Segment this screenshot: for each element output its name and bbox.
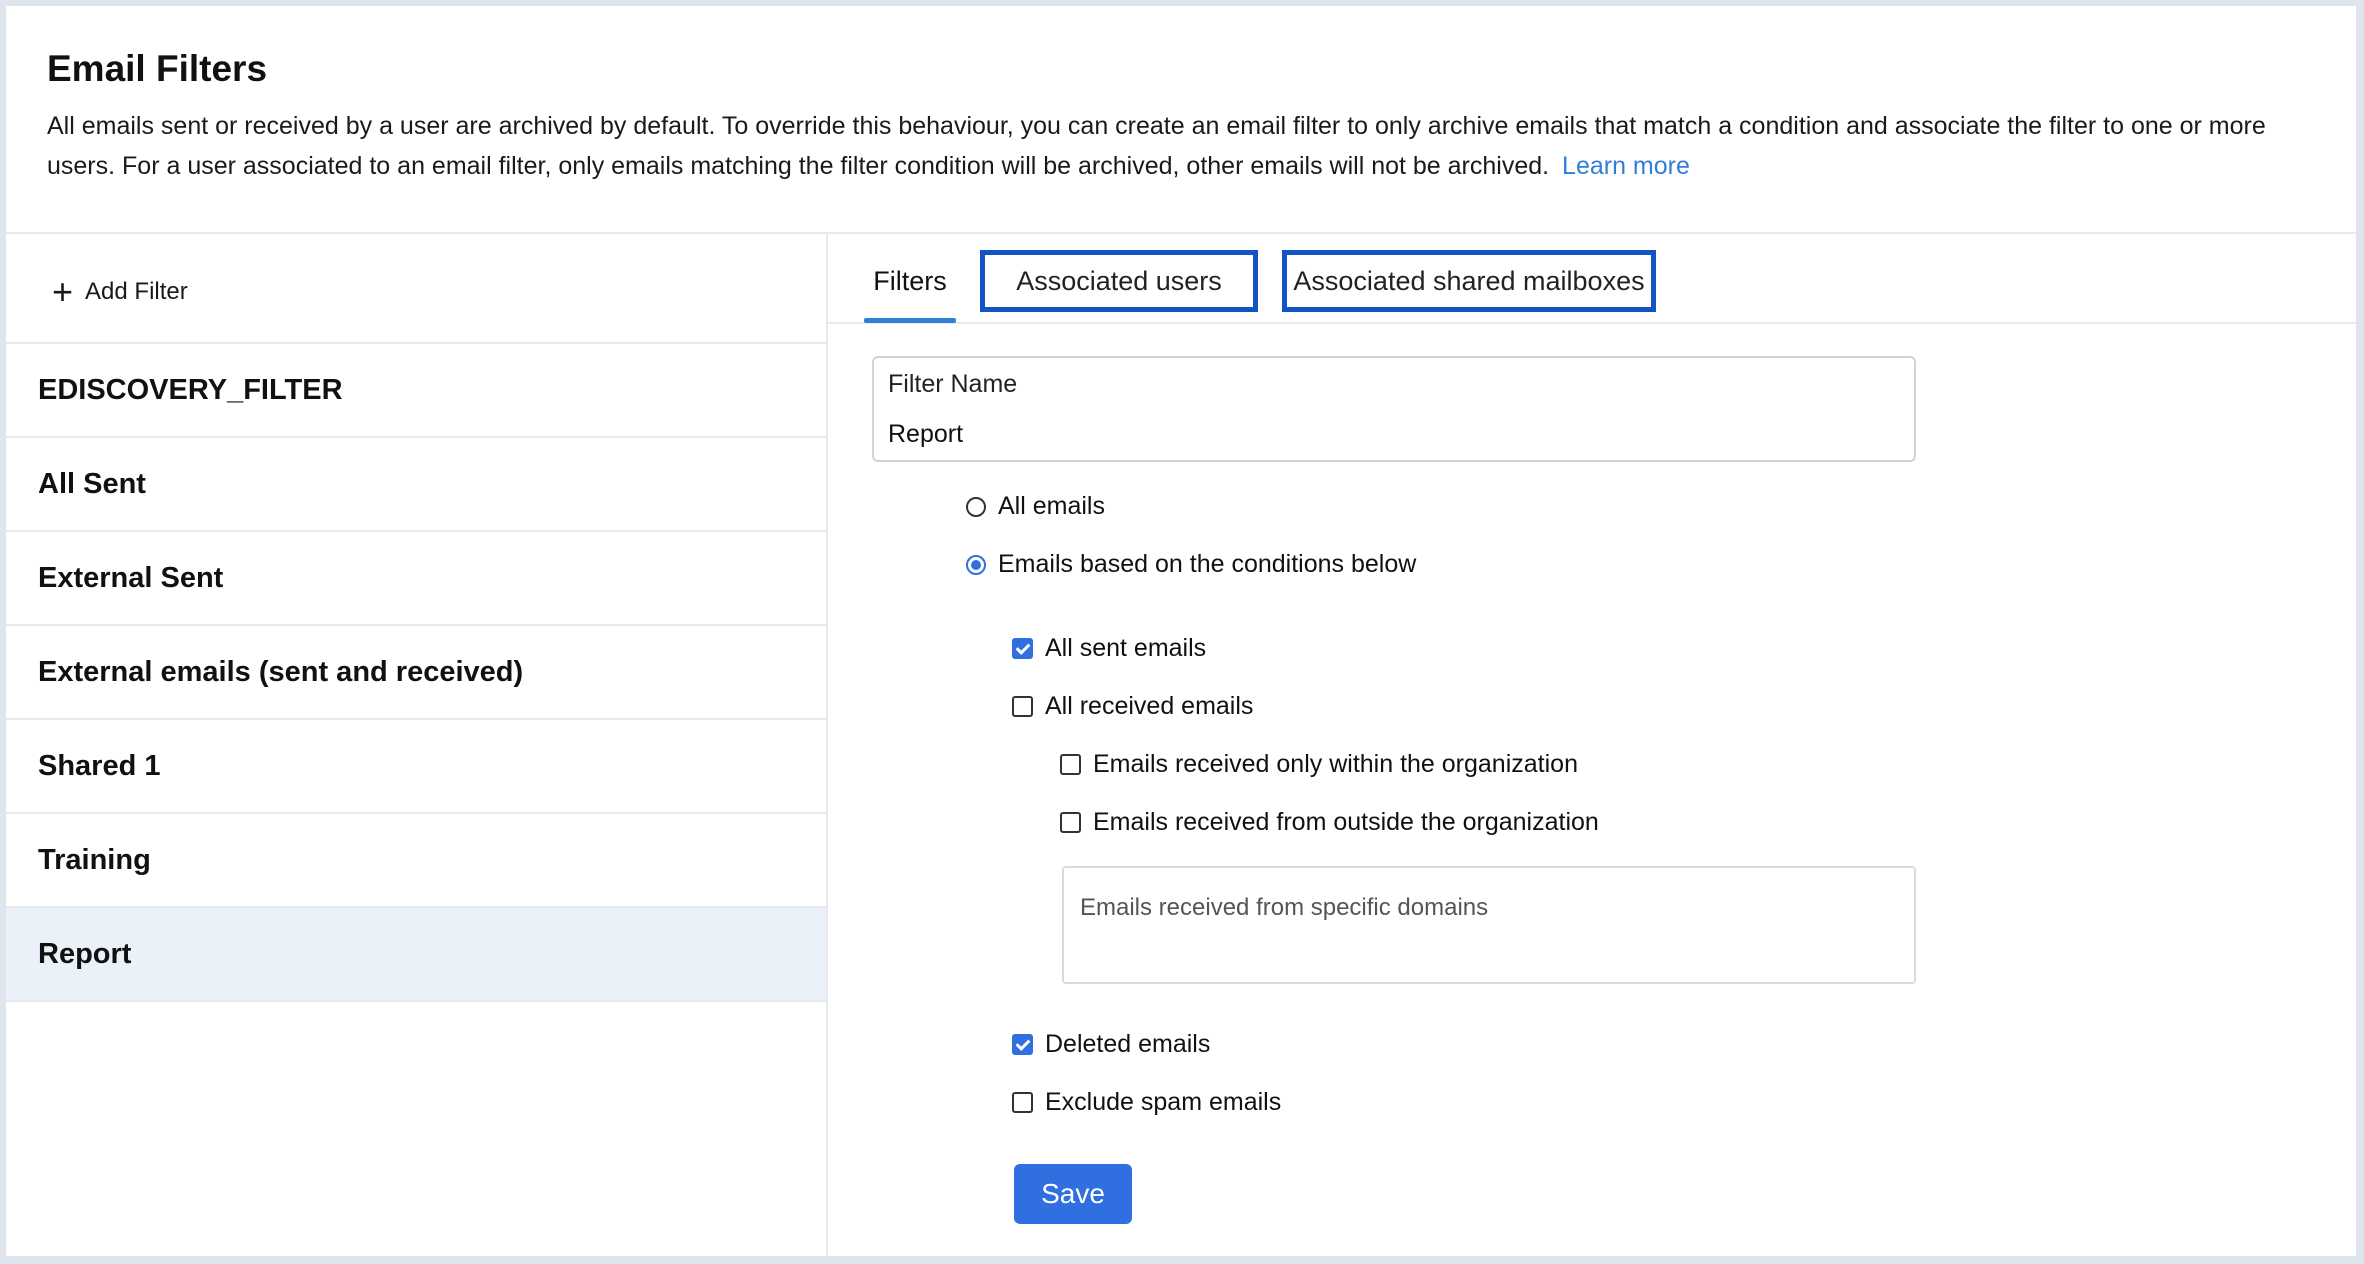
filter-item-external-sent[interactable]: External Sent	[6, 532, 826, 626]
learn-more-link[interactable]: Learn more	[1562, 152, 1690, 180]
checkbox-label: Emails received only within the organiza…	[1093, 750, 1578, 778]
plus-icon: +	[52, 271, 74, 312]
tab-associated-shared-mailboxes[interactable]: Associated shared mailboxes	[1282, 250, 1656, 312]
checkbox-all-sent[interactable]: All sent emails	[1012, 634, 1206, 663]
checkbox-label: All sent emails	[1045, 634, 1207, 662]
page-header: Email Filters All emails sent or receive…	[6, 6, 2356, 234]
filter-item-ediscovery[interactable]: EDISCOVERY_FILTER	[6, 344, 826, 438]
radio-checked-icon	[966, 554, 986, 575]
checkbox-unchecked-icon	[1012, 696, 1033, 717]
checkbox-label: Deleted emails	[1045, 1030, 1211, 1058]
radio-label: All emails	[998, 492, 1105, 520]
checkbox-label: Emails received from outside the organiz…	[1093, 808, 1599, 836]
email-filters-page: Email Filters All emails sent or receive…	[6, 6, 2356, 1256]
checkbox-unchecked-icon	[1060, 812, 1081, 833]
filter-detail-panel: Filters Associated users Associated shar…	[828, 234, 2356, 1256]
page-description: All emails sent or received by a user ar…	[47, 106, 2307, 186]
filter-item-label: All Sent	[38, 467, 146, 500]
checkbox-exclude-spam[interactable]: Exclude spam emails	[1012, 1088, 1281, 1117]
filter-item-training[interactable]: Training	[6, 814, 826, 908]
filter-item-external-emails[interactable]: External emails (sent and received)	[6, 626, 826, 720]
filter-name-label: Filter Name	[888, 370, 1018, 398]
checkbox-label: Exclude spam emails	[1045, 1088, 1282, 1116]
filter-sidebar: + Add Filter EDISCOVERY_FILTER All Sent …	[6, 234, 828, 1256]
radio-conditional-emails[interactable]: Emails based on the conditions below	[966, 550, 1416, 579]
filter-item-label: EDISCOVERY_FILTER	[38, 373, 343, 406]
filter-item-all-sent[interactable]: All Sent	[6, 438, 826, 532]
checkbox-deleted-emails[interactable]: Deleted emails	[1012, 1030, 1210, 1059]
checkbox-checked-icon	[1012, 1034, 1033, 1055]
filter-item-label: External Sent	[38, 561, 224, 594]
tab-associated-users[interactable]: Associated users	[980, 250, 1258, 312]
filter-item-label: Report	[38, 937, 132, 970]
active-tab-indicator	[864, 318, 956, 323]
tab-bar: Filters Associated users Associated shar…	[828, 234, 2356, 324]
description-text: All emails sent or received by a user ar…	[47, 112, 2266, 180]
filter-name-value: Report	[888, 420, 964, 448]
filter-list: EDISCOVERY_FILTER All Sent External Sent…	[6, 342, 826, 1002]
radio-label: Emails based on the conditions below	[998, 550, 1417, 578]
checkbox-all-received[interactable]: All received emails	[1012, 692, 1253, 721]
filter-item-label: Training	[38, 843, 151, 876]
filter-name-field[interactable]: Filter Name Report	[872, 356, 1916, 462]
add-filter-button[interactable]: + Add Filter	[52, 272, 188, 312]
specific-domains-input[interactable]: Emails received from specific domains	[1062, 866, 1916, 984]
tab-filters[interactable]: Filters	[864, 250, 956, 312]
add-filter-label: Add Filter	[85, 278, 188, 305]
checkbox-unchecked-icon	[1012, 1092, 1033, 1113]
filter-item-report[interactable]: Report	[6, 908, 826, 1002]
checkbox-label: All received emails	[1045, 692, 1254, 720]
checkbox-checked-icon	[1012, 638, 1033, 659]
filter-item-label: External emails (sent and received)	[38, 655, 524, 688]
checkbox-received-within-org[interactable]: Emails received only within the organiza…	[1060, 750, 1578, 779]
checkbox-received-outside-org[interactable]: Emails received from outside the organiz…	[1060, 808, 1599, 837]
filter-item-label: Shared 1	[38, 749, 161, 782]
page-title: Email Filters	[47, 48, 268, 89]
filter-item-shared-1[interactable]: Shared 1	[6, 720, 826, 814]
radio-all-emails[interactable]: All emails	[966, 492, 1105, 521]
checkbox-unchecked-icon	[1060, 754, 1081, 775]
save-button[interactable]: Save	[1014, 1164, 1132, 1224]
radio-unchecked-icon	[966, 496, 986, 517]
